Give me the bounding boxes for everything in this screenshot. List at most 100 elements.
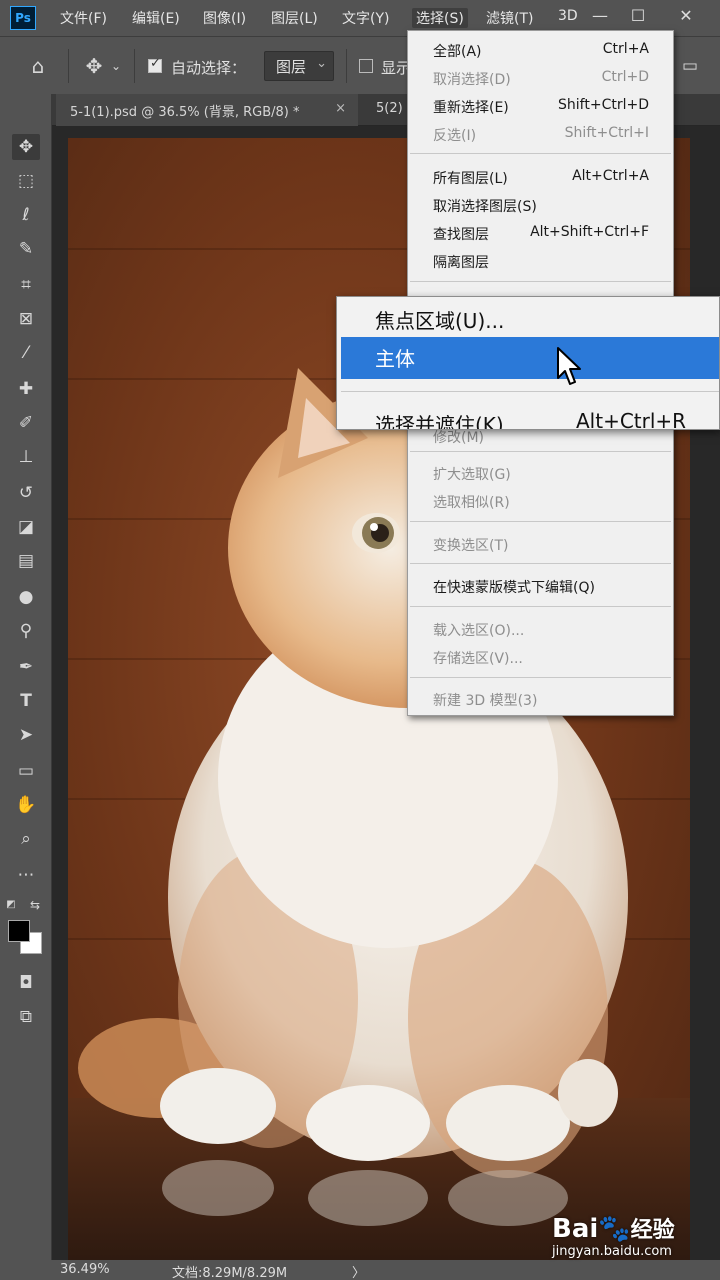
- watermark-brand-2: 经验: [630, 1218, 675, 1243]
- baidu-watermark: Bai🐾经验 jingyan.baidu.com: [552, 1212, 675, 1259]
- default-colors-icon[interactable]: ◩: [4, 892, 18, 918]
- menu-select[interactable]: 选择(S): [412, 8, 468, 28]
- eraser-tool-icon[interactable]: ◪: [12, 514, 40, 540]
- menu-separator: [410, 281, 671, 282]
- pen-tool-icon[interactable]: ✒: [12, 654, 40, 680]
- minimize-icon[interactable]: —: [586, 2, 614, 30]
- menu-item-select-and-mask[interactable]: 选择并遮住(K)...: [375, 409, 523, 429]
- menu-item-deselect: 取消选择(D): [433, 72, 511, 88]
- menu-separator: [341, 391, 719, 392]
- shortcut-inverse: Shift+Ctrl+I: [564, 125, 649, 141]
- highlighted-menu-item-subject[interactable]: 主体: [341, 337, 719, 379]
- tab-label: 5(2): [376, 101, 403, 116]
- tab-label: 5-1(1).psd @ 36.5% (背景, RGB/8) *: [70, 105, 300, 120]
- menu-edit[interactable]: 编辑(E): [132, 8, 180, 28]
- tools-panel: ✥ ⬚ ℓ ✎ ⌗ ⊠ ⁄ ✚ ✐ ⊥ ↺ ◪ ▤ ● ⚲ ✒ T ➤ ▭ ✋ …: [0, 94, 52, 1260]
- separator: [346, 49, 347, 83]
- menu-item-reselect[interactable]: 重新选择(E): [433, 97, 509, 117]
- foreground-color-swatch[interactable]: [8, 920, 30, 942]
- document-size: 文档:8.29M/8.29M: [172, 1266, 288, 1280]
- more-tools-icon[interactable]: ⋯: [12, 862, 40, 888]
- menu-item-all-layers[interactable]: 所有图层(L): [433, 168, 508, 188]
- menu-image[interactable]: 图像(I): [203, 8, 246, 28]
- eyedropper-tool-icon[interactable]: ⁄: [12, 340, 40, 366]
- swap-colors-icon[interactable]: ⇆: [28, 892, 42, 918]
- tab-document-active[interactable]: 5-1(1).psd @ 36.5% (背景, RGB/8) * ×: [56, 94, 358, 126]
- clone-stamp-tool-icon[interactable]: ⊥: [12, 444, 40, 470]
- show-transform-checkbox[interactable]: [359, 59, 373, 73]
- auto-select-checkbox[interactable]: [148, 56, 162, 73]
- watermark-url: jingyan.baidu.com: [552, 1244, 672, 1259]
- menu-file[interactable]: 文件(F): [60, 8, 107, 28]
- separator: [134, 49, 135, 83]
- menu-3d[interactable]: 3D: [558, 8, 578, 24]
- menu-item-similar: 选取相似(R): [433, 495, 510, 511]
- menu-item-subject-label: 主体: [375, 347, 415, 371]
- dodge-tool-icon[interactable]: ⚲: [12, 618, 40, 644]
- chevron-down-icon[interactable]: ⌄: [108, 53, 124, 79]
- maximize-icon[interactable]: ☐: [624, 2, 652, 30]
- home-icon[interactable]: ⌂: [24, 53, 52, 79]
- menu-item-grow: 扩大选取(G): [433, 467, 511, 483]
- separator: [68, 49, 69, 83]
- brush-tool-icon[interactable]: ✐: [12, 410, 40, 436]
- shortcut-all-layers: Alt+Ctrl+A: [572, 168, 649, 184]
- menu-layer[interactable]: 图层(L): [271, 8, 318, 28]
- shortcut-select-and-mask: Alt+Ctrl+R: [576, 409, 687, 430]
- auto-select-target-dropdown[interactable]: 图层 ⌄: [264, 51, 334, 81]
- menu-item-transform-selection: 变换选区(T): [433, 538, 509, 554]
- menu-separator: [410, 606, 671, 607]
- menu-item-select-all[interactable]: 全部(A): [433, 41, 482, 61]
- type-tool-icon[interactable]: T: [12, 688, 40, 714]
- move-tool-icon[interactable]: ✥: [80, 53, 108, 79]
- status-menu-arrow-icon[interactable]: 〉: [352, 1262, 365, 1280]
- frame-tool-icon[interactable]: ⊠: [12, 306, 40, 332]
- history-brush-tool-icon[interactable]: ↺: [12, 480, 40, 506]
- quick-mask-icon[interactable]: ◘: [12, 970, 40, 996]
- menu-item-inverse: 反选(I): [433, 128, 477, 144]
- select-submenu: 焦点区域(U)... 主体 选择并遮住(K)... Alt+Ctrl+R: [336, 296, 720, 430]
- zoom-level[interactable]: 36.49%: [60, 1262, 110, 1277]
- menu-separator: [410, 563, 671, 564]
- marquee-tool-icon[interactable]: ⬚: [12, 168, 40, 194]
- shortcut-find-layers: Alt+Shift+Ctrl+F: [530, 224, 649, 240]
- hand-tool-icon[interactable]: ✋: [12, 792, 40, 818]
- lasso-tool-icon[interactable]: ℓ: [12, 202, 40, 228]
- menu-item-find-layers[interactable]: 查找图层: [433, 224, 489, 244]
- quick-selection-tool-icon[interactable]: ✎: [12, 236, 40, 262]
- shortcut-reselect: Shift+Ctrl+D: [558, 97, 649, 113]
- status-bar: 36.49% 文档:8.29M/8.29M 〉: [0, 1260, 720, 1280]
- menu-item-quick-mask[interactable]: 在快速蒙版模式下编辑(Q): [433, 577, 595, 597]
- auto-select-target-value: 图层: [276, 58, 307, 76]
- blur-tool-icon[interactable]: ●: [12, 584, 40, 610]
- menu-item-new-3d-extrusion: 新建 3D 模型(3): [433, 693, 538, 709]
- paw-icon: 🐾: [598, 1214, 631, 1244]
- healing-brush-tool-icon[interactable]: ✚: [12, 376, 40, 402]
- menu-item-focus-area[interactable]: 焦点区域(U)...: [375, 305, 504, 334]
- gradient-tool-icon[interactable]: ▤: [12, 548, 40, 574]
- menu-item-deselect-layers[interactable]: 取消选择图层(S): [433, 196, 537, 216]
- crop-tool-icon[interactable]: ⌗: [12, 272, 40, 298]
- menu-separator: [410, 521, 671, 522]
- menu-separator: [410, 677, 671, 678]
- menu-type[interactable]: 文字(Y): [342, 8, 389, 28]
- watermark-brand: Bai: [552, 1214, 599, 1244]
- menu-item-isolate-layers[interactable]: 隔离图层: [433, 252, 489, 272]
- shortcut-deselect: Ctrl+D: [601, 69, 649, 85]
- path-selection-tool-icon[interactable]: ➤: [12, 722, 40, 748]
- menu-item-load-selection: 载入选区(O)...: [433, 623, 525, 639]
- zoom-tool-icon[interactable]: ⌕: [12, 826, 40, 852]
- rectangle-tool-icon[interactable]: ▭: [12, 758, 40, 784]
- chevron-down-icon: ⌄: [316, 56, 327, 71]
- auto-select-label: 自动选择：: [171, 59, 247, 77]
- menu-filter[interactable]: 滤镜(T): [486, 8, 533, 28]
- menu-separator: [410, 451, 671, 452]
- panel-layout-icon[interactable]: ▭: [676, 53, 704, 79]
- shortcut-select-all: Ctrl+A: [602, 41, 649, 57]
- screen-mode-icon[interactable]: ⧉: [12, 1004, 40, 1030]
- menu-item-save-selection: 存储选区(V)...: [433, 651, 523, 667]
- close-window-icon[interactable]: ✕: [672, 2, 700, 30]
- close-tab-icon[interactable]: ×: [335, 101, 346, 116]
- mouse-cursor-icon: [557, 347, 581, 385]
- move-tool-icon[interactable]: ✥: [12, 134, 40, 160]
